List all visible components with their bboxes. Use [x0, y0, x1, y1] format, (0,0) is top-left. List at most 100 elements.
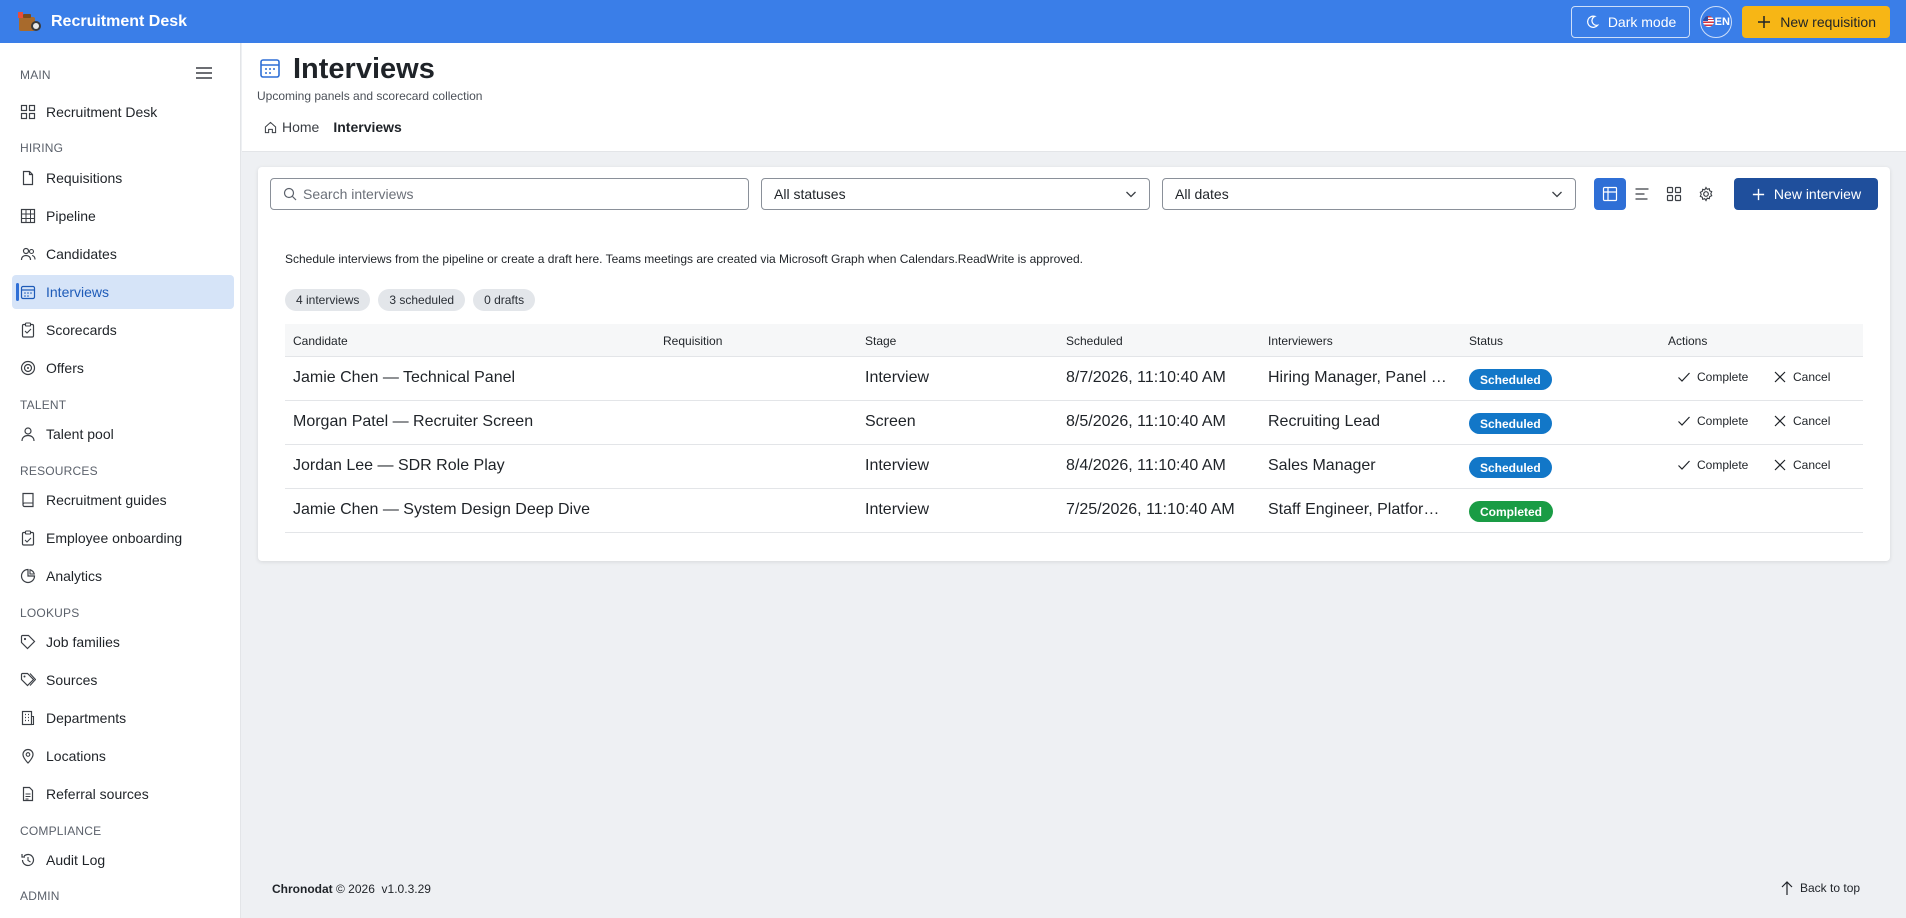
book-icon [22, 492, 34, 508]
moon-icon [1586, 15, 1600, 28]
count-interviews-badge: 4 interviews [285, 289, 371, 311]
sidebar-item-label: Recruitment guides [46, 492, 167, 508]
date-filter-select[interactable]: All dates [1162, 178, 1576, 210]
table-row[interactable]: Jamie Chen — Technical Panel Interview 8… [285, 357, 1863, 401]
dashboard-icon [20, 104, 36, 120]
table-icon [20, 208, 36, 224]
footer-copyright: © 2026 [336, 882, 375, 896]
table-row[interactable]: Jordan Lee — SDR Role Play Interview 8/4… [285, 445, 1863, 489]
app-logo-icon [16, 9, 42, 35]
sidebar-item-offers[interactable]: Offers [12, 351, 234, 385]
new-requisition-button[interactable]: New requisition [1742, 5, 1890, 38]
new-requisition-label: New requisition [1780, 13, 1876, 30]
complete-button[interactable]: Complete [1677, 414, 1748, 428]
column-scheduled[interactable]: Scheduled [1066, 334, 1123, 348]
table-row[interactable]: Jamie Chen — System Design Deep Dive Int… [285, 489, 1863, 533]
sidebar-item-talent-pool[interactable]: Talent pool [12, 417, 234, 451]
sidebar-item-locations[interactable]: Locations [12, 739, 234, 773]
sidebar-item-label: Scorecards [46, 322, 117, 338]
sidebar-item-sources[interactable]: Sources [12, 663, 234, 697]
new-interview-button[interactable]: New interview [1734, 178, 1878, 210]
search-input[interactable] [303, 186, 723, 202]
cell-candidate[interactable]: Morgan Patel — Recruiter Screen [293, 413, 653, 431]
cell-stage: Screen [865, 413, 916, 430]
sidebar-item-label: Requisitions [46, 170, 123, 186]
sidebar-item-candidates[interactable]: Candidates [12, 237, 234, 271]
settings-button[interactable] [1690, 178, 1722, 210]
column-status[interactable]: Status [1469, 334, 1503, 348]
column-requisition[interactable]: Requisition [663, 334, 722, 348]
clipboard-check-icon [21, 530, 35, 546]
column-interviewers[interactable]: Interviewers [1268, 334, 1333, 348]
interviews-table: Candidate Requisition Stage Scheduled In… [285, 324, 1863, 533]
gear-icon [1699, 186, 1713, 202]
column-stage[interactable]: Stage [865, 334, 896, 348]
column-actions: Actions [1668, 334, 1708, 348]
arrow-up-icon [1781, 881, 1793, 895]
grid-view-button[interactable] [1658, 178, 1690, 210]
complete-button[interactable]: Complete [1677, 370, 1748, 384]
table-view-button[interactable] [1594, 178, 1626, 210]
sidebar-item-referral-sources[interactable]: Referral sources [12, 777, 234, 811]
breadcrumb-current: Interviews [333, 119, 402, 135]
sidebar-item-scorecards[interactable]: Scorecards [12, 313, 234, 347]
section-admin: ADMIN [20, 889, 60, 903]
document-text-icon [22, 786, 34, 802]
sidebar-item-departments[interactable]: Departments [12, 701, 234, 735]
language-button[interactable]: EN [1700, 5, 1733, 38]
sidebar-item-analytics[interactable]: Analytics [12, 559, 234, 593]
chevron-down-icon [1126, 191, 1136, 198]
table-row[interactable]: Morgan Patel — Recruiter Screen Screen 8… [285, 401, 1863, 445]
info-text: Schedule interviews from the pipeline or… [285, 252, 1083, 266]
app-title: Recruitment Desk [51, 12, 188, 30]
sidebar-item-label: Recruitment Desk [46, 104, 158, 120]
column-candidate[interactable]: Candidate [293, 334, 348, 348]
breadcrumb-home[interactable]: Home [282, 119, 319, 135]
search-box[interactable] [270, 178, 749, 210]
cell-scheduled: 8/4/2026, 11:10:40 AM [1066, 457, 1226, 474]
cancel-button[interactable]: Cancel [1773, 414, 1830, 428]
calendar-icon [20, 285, 36, 300]
interviews-card: All statuses All dates New interview Sch… [258, 167, 1890, 561]
back-to-top-button[interactable]: Back to top [1780, 880, 1860, 896]
sidebar-item-requisitions[interactable]: Requisitions [12, 161, 234, 195]
history-icon [21, 853, 35, 867]
sidebar-item-job-families[interactable]: Job families [12, 625, 234, 659]
cell-stage: Interview [865, 501, 930, 518]
hamburger-menu-icon[interactable] [195, 66, 213, 80]
sidebar-item-audit-log[interactable]: Audit Log [12, 843, 234, 877]
clipboard-icon [21, 322, 35, 338]
footer-brand: Chronodat [272, 882, 333, 896]
cell-scheduled: 7/25/2026, 11:10:40 AM [1066, 501, 1235, 518]
sidebar-item-label: Talent pool [46, 426, 114, 442]
sidebar-item-label: Interviews [46, 284, 110, 300]
dark-mode-label: Dark mode [1607, 13, 1677, 30]
count-scheduled-badge: 3 scheduled [378, 289, 466, 311]
back-to-top-label: Back to top [1800, 881, 1861, 895]
sidebar-item-interviews[interactable]: Interviews [12, 275, 234, 309]
cell-candidate[interactable]: Jamie Chen — Technical Panel [293, 369, 653, 387]
complete-button[interactable]: Complete [1677, 458, 1748, 472]
sidebar-item-recruitment-guides[interactable]: Recruitment guides [12, 483, 234, 517]
dark-mode-button[interactable]: Dark mode [1570, 5, 1691, 38]
sidebar-item-employee-onboarding[interactable]: Employee onboarding [12, 521, 234, 555]
cancel-button[interactable]: Cancel [1773, 370, 1830, 384]
cell-candidate[interactable]: Jordan Lee — SDR Role Play [293, 457, 653, 475]
cell-interviewers: Staff Engineer, Platform Lead [1268, 501, 1450, 518]
document-icon [22, 170, 34, 186]
close-icon [1774, 371, 1786, 383]
table-header: Candidate Requisition Stage Scheduled In… [285, 324, 1863, 357]
cell-candidate[interactable]: Jamie Chen — System Design Deep Dive [293, 501, 653, 519]
status-filter-select[interactable]: All statuses [761, 178, 1150, 210]
close-icon [1774, 459, 1786, 471]
cell-scheduled: 8/5/2026, 11:10:40 AM [1066, 413, 1226, 430]
list-view-button[interactable] [1626, 178, 1658, 210]
sidebar-item-pipeline[interactable]: Pipeline [12, 199, 234, 233]
analytics-icon [20, 568, 36, 584]
location-icon [22, 748, 34, 764]
sidebar-item-label: Audit Log [46, 852, 106, 868]
home-icon [264, 121, 277, 133]
cancel-button[interactable]: Cancel [1773, 458, 1830, 472]
list-view-icon [1635, 188, 1649, 200]
sidebar-item-recruitment-desk[interactable]: Recruitment Desk [12, 95, 234, 129]
